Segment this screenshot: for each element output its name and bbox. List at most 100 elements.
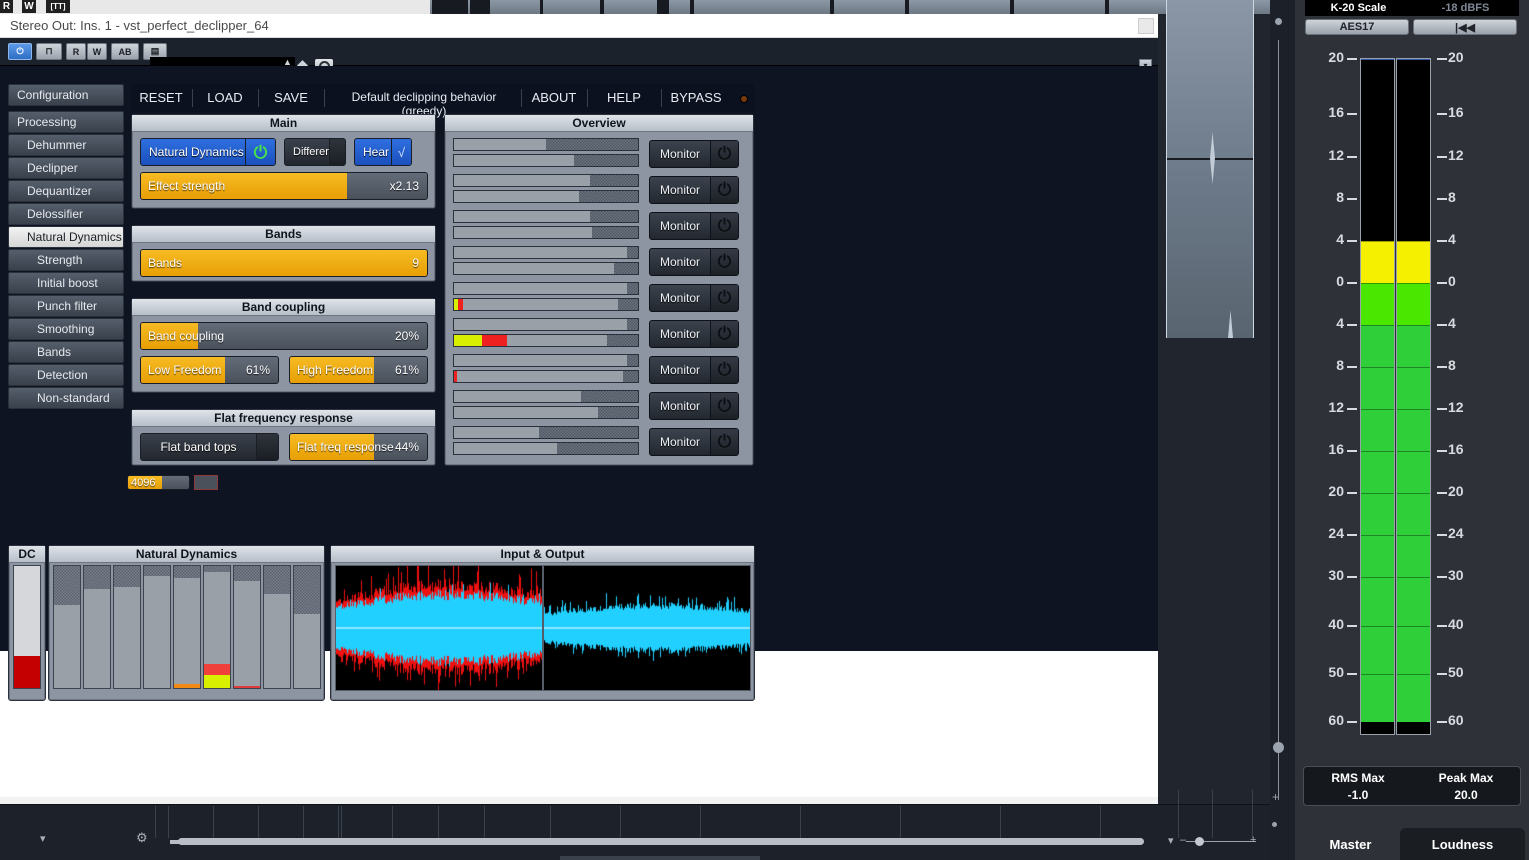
- sidebar-item-delossifier[interactable]: Delossifier: [8, 203, 124, 225]
- hear-toggle[interactable]: Hear √: [354, 138, 412, 166]
- sidebar-item-declipper[interactable]: Declipper: [8, 157, 124, 179]
- peak-max-value: 20.0: [1454, 788, 1478, 802]
- power-icon[interactable]: ⏻: [710, 321, 738, 347]
- plugin-power-button[interactable]: ⏻: [8, 43, 32, 60]
- io-panel-title: Input & Output: [331, 546, 754, 563]
- monitor-button[interactable]: Monitor ⏻: [649, 248, 739, 276]
- daw-horizontal-scrollbar[interactable]: [178, 838, 1144, 845]
- effect-strength-slider[interactable]: Effect strength x2.13: [140, 172, 428, 200]
- high-freedom-slider[interactable]: High Freedom 61%: [289, 356, 428, 384]
- menu-item-help[interactable]: HELP: [593, 90, 655, 105]
- aes17-button[interactable]: AES17: [1305, 19, 1409, 35]
- power-icon[interactable]: ⏻: [710, 249, 738, 275]
- overview-row: [453, 390, 639, 422]
- daw-audio-clip[interactable]: [1166, 0, 1254, 338]
- zoom-out-icon[interactable]: –: [1180, 834, 1186, 846]
- daw-scroll-tail[interactable]: [170, 840, 184, 844]
- menu-item-bypass[interactable]: BYPASS: [665, 90, 727, 105]
- sidebar-item-detection[interactable]: Detection: [8, 364, 124, 386]
- tab-loudness[interactable]: Loudness: [1400, 828, 1525, 860]
- input-waveform-display[interactable]: [335, 565, 543, 691]
- monitor-button[interactable]: Monitor ⏻: [649, 176, 739, 204]
- plugin-preset-button[interactable]: ⊓: [36, 43, 62, 60]
- flat-band-tops-knob[interactable]: [256, 434, 278, 460]
- sidebar-item-punch-filter[interactable]: Punch filter: [8, 295, 124, 317]
- plugin-titlebar[interactable]: Stereo Out: Ins. 1 - vst_perfect_declipp…: [0, 14, 1158, 38]
- gear-icon[interactable]: ⚙: [136, 830, 148, 846]
- meter-graph: [1360, 58, 1432, 735]
- power-icon[interactable]: ⏻: [710, 357, 738, 383]
- nd-band-meter-fill: [54, 605, 80, 688]
- daw-icon-r[interactable]: R: [0, 0, 13, 13]
- plugin-read-automation-button[interactable]: R: [66, 43, 86, 60]
- output-waveform-display[interactable]: [543, 565, 751, 691]
- daw-dropdown-caret-icon[interactable]: ▾: [40, 832, 46, 845]
- overview-row: [453, 246, 639, 278]
- flat-freq-response-slider[interactable]: Flat freq response 44%: [289, 433, 428, 461]
- monitor-button[interactable]: Monitor ⏻: [649, 320, 739, 348]
- sidebar-item-initial-boost[interactable]: Initial boost: [8, 272, 124, 294]
- sidebar-item-smoothing[interactable]: Smoothing: [8, 318, 124, 340]
- bands-slider[interactable]: Bands 9: [140, 249, 428, 277]
- buffer-size-field[interactable]: 4096: [127, 475, 190, 490]
- meter-reset-button[interactable]: |◀◀: [1413, 19, 1517, 35]
- menu-item-load[interactable]: LOAD: [193, 90, 257, 105]
- sidebar-item-natural-dynamics[interactable]: Natural Dynamics: [8, 226, 124, 248]
- power-icon[interactable]: ⏻: [710, 213, 738, 239]
- zoom-in-icon[interactable]: +: [1250, 834, 1256, 846]
- low-freedom-slider[interactable]: Low Freedom 61%: [140, 356, 279, 384]
- sidebar-item-processing[interactable]: Processing: [8, 111, 124, 133]
- plugin-write-automation-button[interactable]: W: [87, 43, 107, 60]
- power-icon[interactable]: ⏻: [710, 285, 738, 311]
- monitor-button-label: Monitor: [659, 183, 700, 197]
- power-icon[interactable]: ⏻: [245, 139, 275, 165]
- monitor-button[interactable]: Monitor ⏻: [649, 428, 739, 456]
- clip-waveform-line: [1167, 158, 1253, 160]
- meter-tick-label-right: 8: [1448, 188, 1456, 205]
- sidebar-item-configuration[interactable]: Configuration: [8, 84, 124, 106]
- menu-item-reset[interactable]: RESET: [131, 90, 191, 105]
- overview-bar-fill: [454, 443, 558, 454]
- power-icon[interactable]: ⏻: [710, 393, 738, 419]
- flat-band-tops-toggle[interactable]: Flat band tops: [140, 433, 279, 461]
- daw-icon-grid[interactable]: [TT]: [46, 0, 70, 13]
- daw-zoom-slider-thumb[interactable]: [1195, 837, 1204, 846]
- meter-tick-dash: [1437, 625, 1447, 627]
- sidebar-item-dehummer[interactable]: Dehummer: [8, 134, 124, 156]
- tab-master[interactable]: Master: [1303, 828, 1398, 860]
- daw-icon-w[interactable]: W: [22, 0, 36, 13]
- monitor-button[interactable]: Monitor ⏻: [649, 284, 739, 312]
- daw-scroll-dot[interactable]: [1275, 18, 1282, 25]
- monitor-button[interactable]: Monitor ⏻: [649, 212, 739, 240]
- buffer-indicator[interactable]: [194, 475, 218, 490]
- plugin-body: Configuration Processing Dehummer Declipper…: [0, 66, 1158, 797]
- daw-vertical-scroll-thumb[interactable]: [1273, 742, 1284, 753]
- check-icon[interactable]: √: [391, 139, 411, 165]
- sidebar-item-non-standard[interactable]: Non-standard: [8, 387, 124, 409]
- daw-vzoom-plus-icon[interactable]: +: [1272, 790, 1279, 804]
- natural-dynamics-toggle[interactable]: Natural Dynamics ⏻: [140, 138, 276, 166]
- power-icon[interactable]: ⏻: [710, 429, 738, 455]
- power-icon[interactable]: ⏻: [710, 177, 738, 203]
- daw-vertical-scrollbar[interactable]: [1278, 40, 1279, 800]
- differer-toggle[interactable]: Differer: [284, 138, 346, 166]
- monitor-button[interactable]: Monitor ⏻: [649, 392, 739, 420]
- overview-bar-lower: [453, 406, 639, 419]
- sidebar-item-dequantizer[interactable]: Dequantizer: [8, 180, 124, 202]
- meter-tick-dash: [1437, 281, 1447, 284]
- differer-knob[interactable]: [328, 139, 345, 165]
- plugin-titlebar-button[interactable]: [1138, 18, 1154, 34]
- sidebar-item-strength[interactable]: Strength: [8, 249, 124, 271]
- plugin-ab-compare-button[interactable]: AB: [111, 43, 139, 60]
- menu-item-about[interactable]: ABOUT: [522, 90, 586, 105]
- overview-bar-upper: [453, 426, 639, 439]
- overview-bar-upper: [453, 138, 639, 151]
- daw-dropdown-caret-icon-2[interactable]: ▾: [1168, 834, 1174, 847]
- monitor-button[interactable]: Monitor ⏻: [649, 140, 739, 168]
- band-coupling-slider[interactable]: Band coupling 20%: [140, 322, 428, 350]
- sidebar-item-bands[interactable]: Bands: [8, 341, 124, 363]
- daw-track-overview[interactable]: [430, 0, 1270, 14]
- power-icon[interactable]: ⏻: [710, 141, 738, 167]
- monitor-button[interactable]: Monitor ⏻: [649, 356, 739, 384]
- menu-item-save[interactable]: SAVE: [259, 90, 323, 105]
